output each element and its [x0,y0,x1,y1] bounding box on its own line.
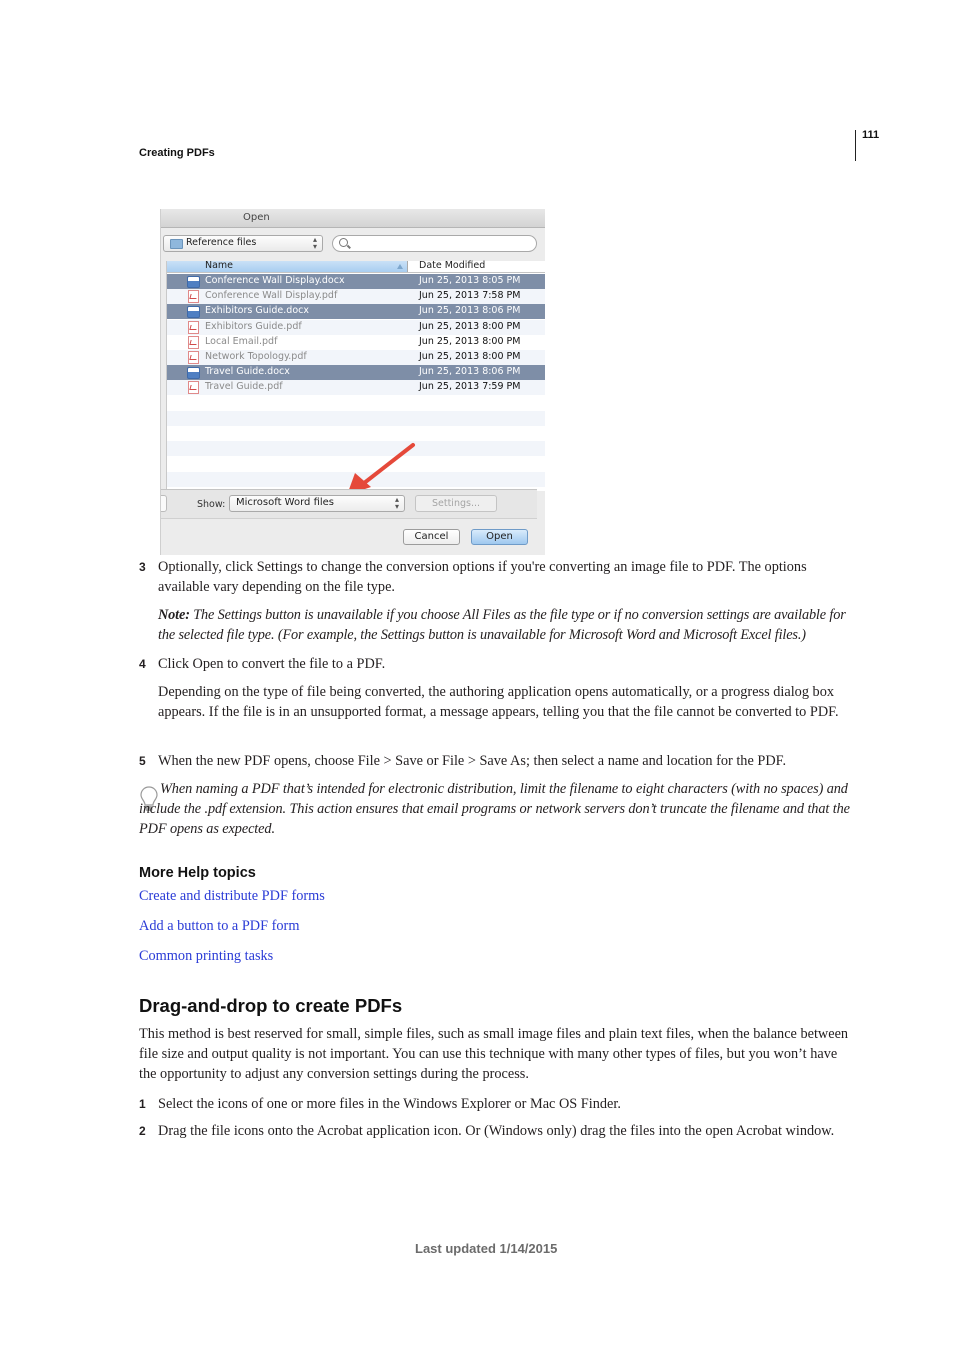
word-document-icon [187,367,200,380]
pdf-file-icon [188,351,199,364]
step-4-detail: Depending on the type of file being conv… [158,684,839,720]
more-help-heading: More Help topics [139,865,256,881]
column-name-header[interactable]: Name [167,260,408,272]
file-name: Travel Guide.docx [205,366,290,378]
folder-icon [170,239,183,249]
file-date: Jun 25, 2013 8:00 PM [419,351,521,362]
file-date: Jun 25, 2013 8:06 PM [419,305,521,317]
file-name: Conference Wall Display.docx [205,275,345,286]
section-intro: This method is best reserved for small, … [139,1026,849,1082]
file-name: Travel Guide.pdf [205,381,283,393]
section-heading: Drag-and-drop to create PDFs [139,995,403,1016]
file-name: Conference Wall Display.pdf [205,290,338,302]
file-row[interactable]: Conference Wall Display.docx Jun 25, 2013… [167,274,545,289]
step-4-number: 4 [139,657,146,671]
file-date: Jun 25, 2013 8:06 PM [419,366,521,378]
dialog-options-bar: Show: Microsoft Word files ▴ ▾ Settings..… [161,489,537,519]
note-text: The Settings button is unavailable if yo… [158,607,846,643]
help-link-2: Add a button to a PDF form [139,917,299,935]
updown-arrows-icon: ▴ ▾ [312,235,317,251]
open-button[interactable]: Open [471,529,528,545]
file-date: Jun 25, 2013 8:05 PM [419,275,521,286]
hidden-button-stub[interactable] [161,495,167,512]
search-input[interactable] [332,235,537,252]
page-number-rule [855,130,856,161]
file-row[interactable]: Network Topology.pdf Jun 25, 2013 8:00 PM [167,350,545,365]
section-step-1-text: Select the icons of one or more files in… [158,1096,621,1112]
empty-row [167,396,545,411]
help-link-1: Create and distribute PDF forms [139,887,325,905]
updown-arrows-icon: ▴ ▾ [394,495,399,511]
section-step-1-number: 1 [139,1097,146,1111]
file-type-dropdown[interactable]: Microsoft Word files ▴ ▾ [229,495,405,512]
tip-text: When naming a PDF that’s intended for el… [139,781,850,837]
pdf-file-icon [188,335,199,349]
file-row[interactable]: Conference Wall Display.pdf Jun 25, 2013 … [167,289,545,305]
file-name: Exhibitors Guide.docx [205,305,309,317]
open-dialog-screenshot: Open Reference files ▴ ▾ Name Date Modifi… [160,209,545,555]
dialog-title-bar: Open [161,209,545,228]
location-label: Reference files [186,237,257,248]
step-5-text: When the new PDF opens, choose File > Sa… [158,753,787,769]
column-header-row: Name Date Modified [167,260,545,273]
file-name: Network Topology.pdf [205,351,307,362]
file-row[interactable]: Local Email.pdf Jun 25, 2013 8:00 PM [167,335,545,350]
word-document-icon [187,276,200,288]
footer-last-updated: Last updated 1/14/2015 [415,1241,558,1256]
step-5-number: 5 [139,754,146,768]
file-date: Jun 25, 2013 8:00 PM [419,335,521,347]
file-row[interactable]: Travel Guide.docx Jun 25, 2013 8:06 PM [167,365,545,381]
section-step-2-text: Drag the file icons onto the Acrobat app… [158,1123,835,1139]
file-name: Local Email.pdf [205,335,278,347]
link-common-printing-tasks[interactable]: Common printing tasks [139,948,273,964]
settings-button[interactable]: Settings... [415,495,497,512]
link-create-distribute-forms[interactable]: Create and distribute PDF forms [139,888,325,904]
word-document-icon [187,306,200,319]
cancel-button[interactable]: Cancel [403,529,460,545]
sort-ascending-icon [397,264,403,269]
file-row[interactable]: Travel Guide.pdf Jun 25, 2013 7:59 PM [167,380,545,396]
empty-row [167,410,545,426]
link-add-button-pdf-form[interactable]: Add a button to a PDF form [139,918,299,934]
section-step-2-number: 2 [139,1124,146,1138]
pdf-file-icon [188,320,199,334]
search-icon [339,238,348,247]
page-number: 111 [862,129,880,141]
file-date: Jun 25, 2013 7:59 PM [419,381,521,393]
file-name: Exhibitors Guide.pdf [205,320,302,332]
running-head: Creating PDFs [139,147,215,159]
location-dropdown[interactable]: Reference files ▴ ▾ [163,235,323,252]
show-label: Show: [197,499,226,510]
dialog-title: Open [243,212,270,223]
note: Note: The Settings button is unavailable… [158,605,858,645]
file-date: Jun 25, 2013 8:00 PM [419,320,521,332]
step-3-number: 3 [139,560,146,574]
step-3-text: Optionally, click Settings to change the… [158,559,807,595]
column-date-header[interactable]: Date Modified [419,260,485,271]
file-row[interactable]: Exhibitors Guide.pdf Jun 25, 2013 8:00 PM [167,319,545,335]
note-label: Note: [158,607,190,623]
file-row[interactable]: Exhibitors Guide.docx Jun 25, 2013 8:06 P… [167,304,545,320]
step-4-text: Click Open to convert the file to a PDF. [158,656,386,672]
file-type-value: Microsoft Word files [236,497,335,508]
help-link-3: Common printing tasks [139,947,273,965]
file-date: Jun 25, 2013 7:58 PM [419,290,521,302]
pdf-file-icon [188,290,199,304]
pdf-file-icon [188,381,199,395]
